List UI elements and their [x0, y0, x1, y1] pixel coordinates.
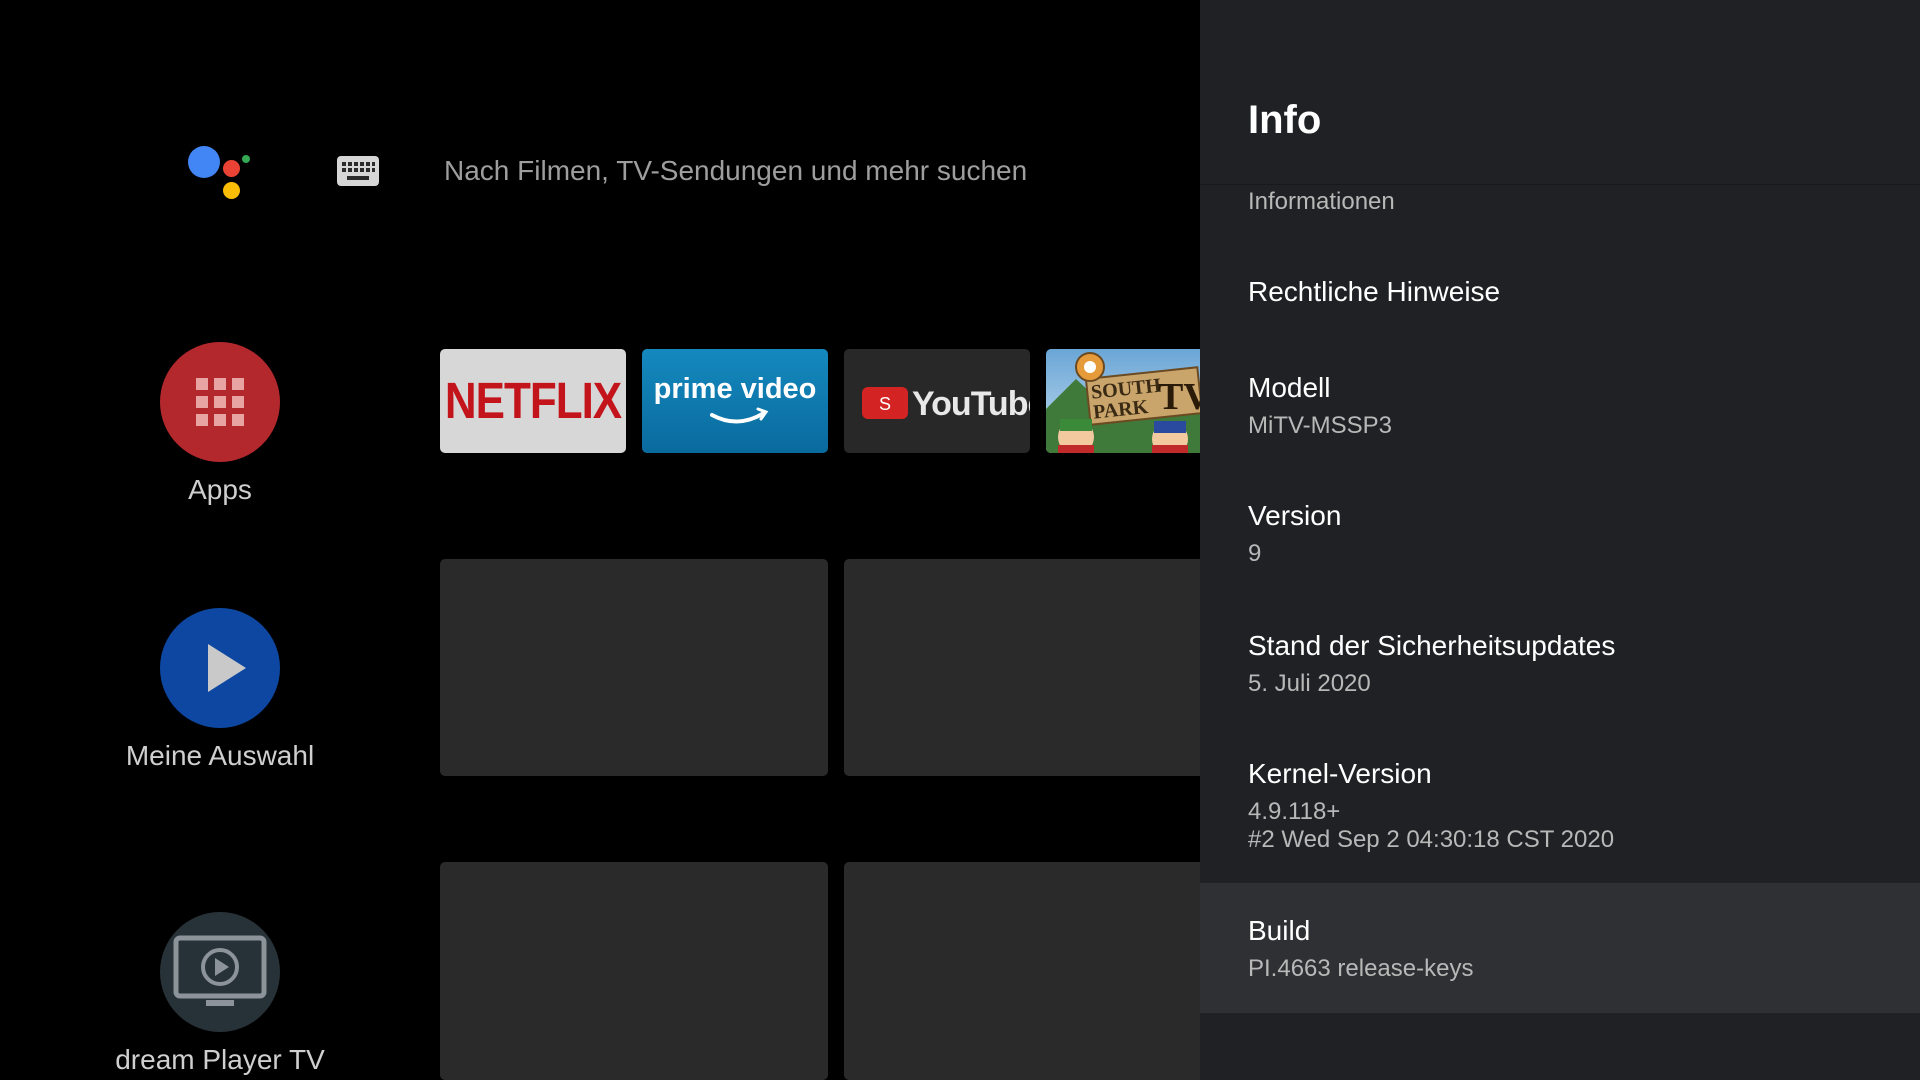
sidebar-item-apps[interactable]: Apps: [90, 342, 350, 506]
south-park-tv-label: TV: [1158, 376, 1200, 418]
info-item-partial-text: Informationen: [1248, 188, 1395, 215]
app-tile-netflix[interactable]: NETFLIX: [440, 349, 626, 453]
info-item-title: Rechtliche Hinweise: [1248, 276, 1501, 307]
info-item-modell[interactable]: Modell MiTV-MSSP3: [1200, 358, 1920, 482]
info-item-value: MiTV-MSSP3: [1248, 412, 1393, 439]
app-tile-prime-video[interactable]: prime video: [642, 349, 828, 453]
play-button[interactable]: [160, 608, 280, 728]
apps-button[interactable]: [160, 342, 280, 462]
south-park-title: SOUTH PARK: [1090, 374, 1162, 424]
content-card[interactable]: [440, 559, 828, 776]
info-panel: Informationen Rechtliche Hinweise Modell…: [1200, 0, 1920, 1080]
app-tile-south-park[interactable]: SOUTH PARK TV: [1046, 349, 1200, 453]
svg-text:S: S: [879, 394, 891, 414]
info-item-value: 5. Juli 2020: [1248, 670, 1371, 697]
info-item-title: Kernel-Version: [1248, 758, 1432, 789]
info-item-value: 9: [1248, 540, 1262, 567]
netflix-logo: NETFLIX: [444, 373, 622, 430]
info-item-build[interactable]: Build PI.4663 release-keys: [1200, 883, 1920, 1013]
info-item-title: Stand der Sicherheitsupdates: [1248, 630, 1616, 661]
youtube-play-icon: S: [862, 387, 908, 419]
sidebar-item-label: Meine Auswahl: [125, 740, 315, 771]
content-card[interactable]: [440, 862, 828, 1080]
sidebar-item-meine-auswahl[interactable]: Meine Auswahl: [90, 608, 350, 772]
info-item-partial[interactable]: Informationen: [1200, 184, 1920, 228]
info-item-version[interactable]: Version 9: [1200, 488, 1920, 612]
info-item-title: Modell: [1248, 372, 1331, 403]
info-item-value: PI.4663 release-keys: [1248, 955, 1474, 982]
play-icon: [208, 644, 246, 692]
amazon-smile-icon: [710, 407, 769, 424]
info-item-kernel-version[interactable]: Kernel-Version 4.9.118+ #2 Wed Sep 2 04:…: [1200, 748, 1920, 882]
info-item-title: Build: [1248, 915, 1311, 946]
info-item-value-line2: #2 Wed Sep 2 04:30:18 CST 2020: [1248, 826, 1615, 853]
search-input[interactable]: Nach Filmen, TV-Sendungen und mehr suche…: [444, 155, 1027, 187]
youtube-logo: YouTube: [912, 385, 1030, 423]
grid-icon: [196, 378, 244, 426]
keyboard-icon[interactable]: [336, 154, 380, 188]
content-card[interactable]: [844, 862, 1200, 1080]
info-item-sicherheitsupdates[interactable]: Stand der Sicherheitsupdates 5. Juli 202…: [1200, 618, 1920, 742]
info-item-title: Version: [1248, 500, 1342, 531]
info-item-value: 4.9.118+: [1248, 798, 1341, 825]
app-tile-youtube[interactable]: S YouTube: [844, 349, 1030, 453]
sidebar-item-label: dream Player TV: [115, 1044, 325, 1075]
sidebar-item-dream-player-tv[interactable]: dream Player TV: [90, 912, 350, 1076]
info-item-rechtliche-hinweise[interactable]: Rechtliche Hinweise: [1200, 252, 1920, 348]
monitor-play-icon: [173, 935, 267, 1006]
page-title: Info: [1248, 98, 1322, 142]
content-card[interactable]: [844, 559, 1200, 776]
panel-header: Info: [1200, 0, 1920, 185]
dream-player-button[interactable]: [160, 912, 280, 1032]
sidebar-item-label: Apps: [188, 474, 252, 505]
google-assistant-icon[interactable]: [180, 140, 260, 210]
